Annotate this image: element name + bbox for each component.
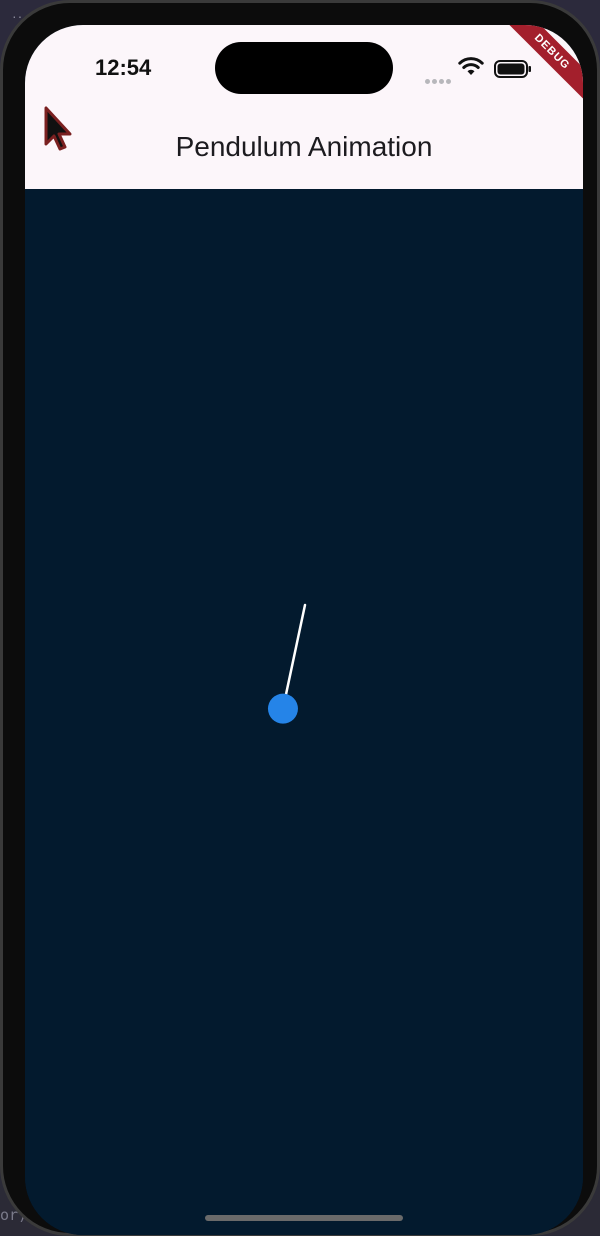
cellular-signal-icon [425, 71, 455, 84]
page-title: Pendulum Animation [175, 131, 433, 162]
pendulum-background [25, 189, 583, 1235]
battery-icon [494, 60, 531, 78]
pendulum-canvas [25, 189, 583, 1235]
phone-screen: 12:54 DEBUG Pendulum Animation [25, 25, 583, 1235]
dynamic-island [215, 42, 393, 94]
home-indicator[interactable] [205, 1215, 403, 1221]
arrow-cursor-icon [44, 106, 72, 151]
wifi-icon [458, 57, 484, 75]
status-icons [395, 57, 555, 84]
status-time: 12:54 [95, 55, 152, 80]
phone-frame: 12:54 DEBUG Pendulum Animation [0, 0, 600, 1236]
pendulum-bob [267, 693, 298, 724]
app-bar: 12:54 DEBUG Pendulum Animation [25, 25, 583, 189]
